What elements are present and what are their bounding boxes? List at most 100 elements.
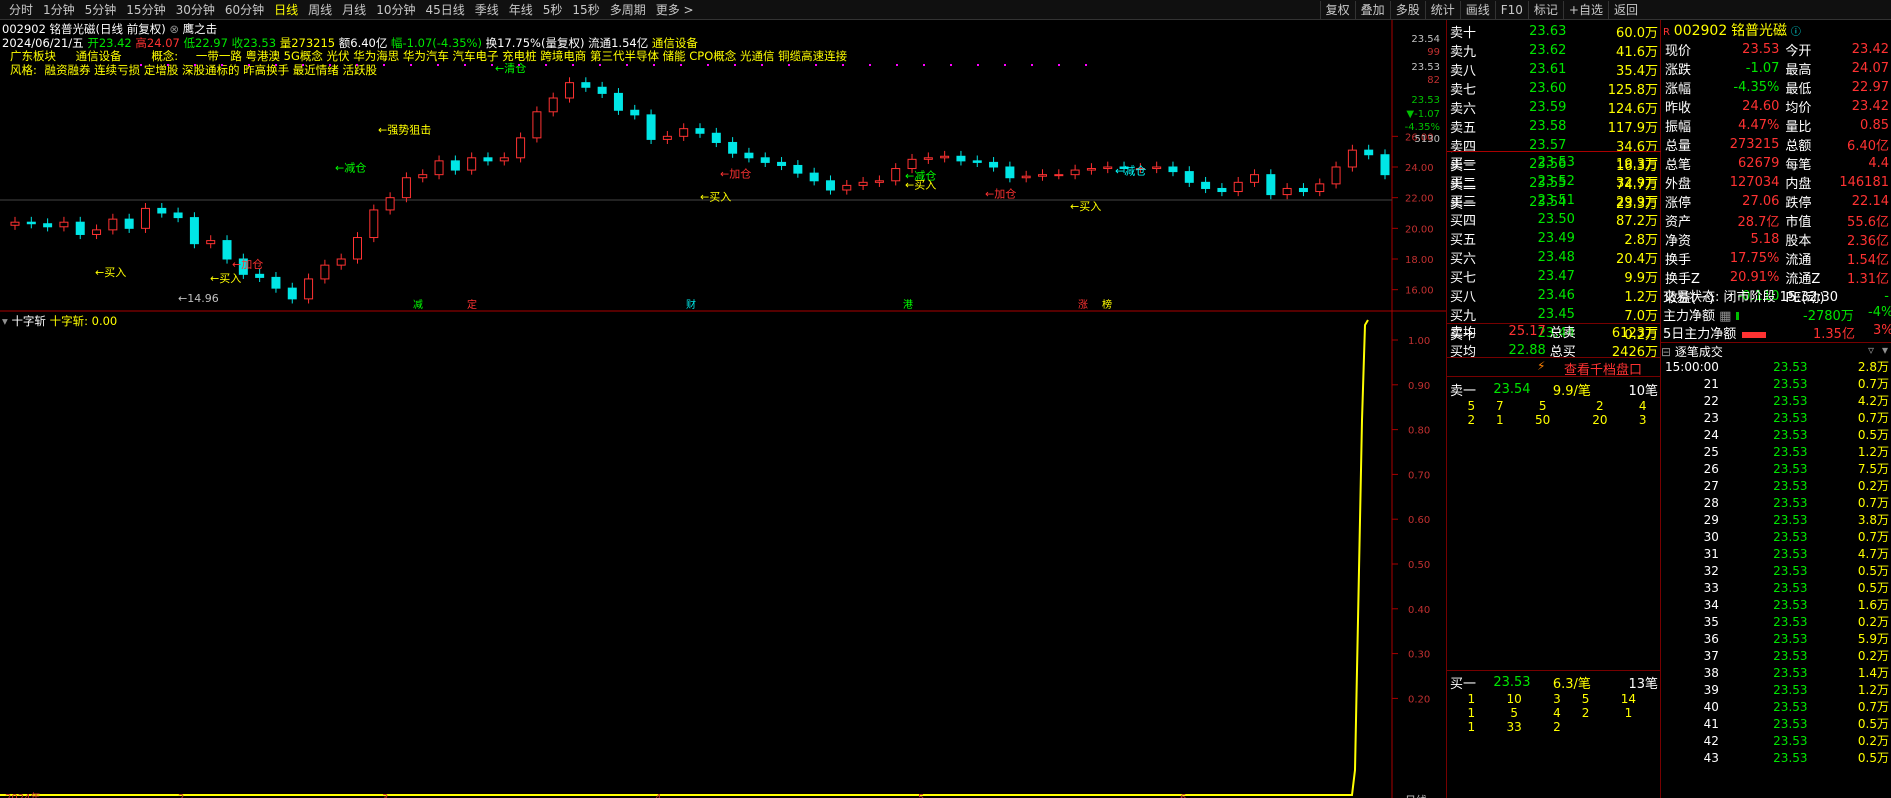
tick-volume: 5.9万	[1857, 632, 1889, 646]
queue-cell: 1	[1467, 720, 1476, 734]
period-tab[interactable]: 10分钟	[371, 0, 420, 20]
candle-body	[369, 209, 379, 239]
period-tab[interactable]: 多周期	[605, 0, 651, 20]
dropdown-icon[interactable]: ▾	[1882, 343, 1888, 357]
ask1-label: 卖一	[1450, 384, 1477, 399]
book-level[interactable]: 买六 23.48 20.4万	[1448, 248, 1660, 267]
period-tab[interactable]: 45日线	[420, 0, 469, 20]
tick-price: 23.53	[1773, 750, 1808, 765]
mainflow-pct: -4%	[1868, 305, 1891, 320]
queue-cell: 1	[1496, 413, 1504, 427]
period-tab[interactable]: 日线	[269, 0, 303, 20]
period-tab[interactable]: 30分钟	[171, 0, 220, 20]
candle-body	[613, 92, 623, 111]
candle-body	[157, 207, 167, 214]
period-tab[interactable]: 周线	[303, 0, 337, 20]
level-label: 买六	[1450, 252, 1477, 267]
tick-time: 34	[1703, 597, 1719, 612]
queue-row: 2 1 50 20 3	[1457, 413, 1657, 427]
ask1-price: 23.54	[1493, 382, 1531, 397]
price-tick-label: 22.00	[1405, 194, 1434, 205]
depth-button[interactable]: 查看千档盘口	[1564, 359, 1642, 378]
buy-levels: 买一 23.53 19.3万 买二 23.52 32.9万 买三 23.51 29.9万 买四 23…	[1448, 153, 1660, 343]
book-level[interactable]: 卖六 23.59 124.6万	[1448, 98, 1660, 117]
collapse-icon[interactable]: ⊟	[1661, 345, 1671, 359]
tool-button[interactable]: F10	[1494, 0, 1528, 19]
candle-body	[1103, 166, 1113, 170]
period-tab[interactable]: 60分钟	[220, 0, 269, 20]
candle-body	[271, 276, 281, 289]
period-tab[interactable]: 15秒	[567, 0, 604, 20]
tool-button[interactable]: +自选	[1562, 0, 1608, 19]
tick-row: 22 23.53 4.2万	[1662, 392, 1891, 409]
signal-annotation: ←减仓	[1115, 164, 1146, 178]
book-level[interactable]: 买七 23.47 9.9万	[1448, 267, 1660, 286]
indicator-tick-label: 0.60	[1408, 515, 1430, 526]
bottom-period-tab[interactable]: 日线	[1405, 793, 1427, 798]
period-tab[interactable]: 15分钟	[121, 0, 170, 20]
tick-volume: 0.7万	[1857, 496, 1889, 510]
tick-row: 32 23.53 0.5万	[1662, 562, 1891, 579]
period-tab[interactable]: 分时	[4, 0, 38, 20]
date-axis-label: 6	[1180, 793, 1186, 798]
book-level[interactable]: 买八 23.46 1.2万	[1448, 286, 1660, 305]
event-tag: 财	[686, 298, 696, 311]
level-label: 卖九	[1450, 45, 1477, 60]
tool-button[interactable]: 统计	[1424, 0, 1460, 19]
tick-time: 40	[1703, 699, 1719, 714]
tool-button[interactable]: 叠加	[1354, 0, 1390, 19]
quote-value: 0.85	[1860, 118, 1889, 133]
book-level[interactable]: 买四 23.50 87.2万	[1448, 210, 1660, 229]
indicator-name[interactable]: 十字斩	[11, 314, 46, 328]
book-level[interactable]: 卖五 23.58 117.9万	[1448, 117, 1660, 136]
chart-icon[interactable]: ▦	[1719, 309, 1731, 324]
level-label: 买七	[1450, 271, 1477, 286]
book-level[interactable]: 买二 23.52 32.9万	[1448, 172, 1660, 191]
kline-chart[interactable]: 26.0024.0022.0020.0018.0016.0023.549923.…	[0, 20, 1446, 798]
quote-row: 资产 28.7亿 市值 55.6亿	[1662, 211, 1891, 230]
tick-time: 39	[1703, 682, 1719, 697]
signal-dot	[167, 64, 169, 66]
queue-cell: 5	[1510, 706, 1518, 720]
book-level[interactable]: 卖十 23.63 60.0万	[1448, 22, 1660, 41]
queue-row: 1 5 4 2 1	[1457, 706, 1657, 720]
tool-button[interactable]: 标记	[1527, 0, 1563, 19]
book-level[interactable]: 卖八 23.61 35.4万	[1448, 60, 1660, 79]
quote-value: 6.40亿	[1847, 139, 1889, 154]
period-tab[interactable]: 5秒	[538, 0, 568, 20]
tool-button[interactable]: 返回	[1607, 0, 1643, 19]
candle-body	[679, 128, 689, 137]
quote-label: 流通	[1785, 253, 1812, 268]
tick-time: 32	[1703, 563, 1719, 578]
candle-body	[760, 157, 770, 163]
info-icon[interactable]: ⓘ	[1791, 27, 1801, 38]
period-tab[interactable]: 月线	[337, 0, 371, 20]
period-tab[interactable]: 年线	[504, 0, 538, 20]
signal-dot	[977, 64, 979, 66]
mainflow5-row: 5日主力净额 1.35亿 3%	[1663, 323, 1891, 342]
price-tick-label: 24.00	[1405, 163, 1434, 174]
period-tab[interactable]: 更多 >	[651, 0, 699, 20]
tick-volume: 2.8万	[1857, 360, 1889, 374]
candle-body	[532, 111, 542, 139]
level-label: 卖八	[1450, 64, 1477, 79]
candle-body	[418, 174, 428, 179]
level-volume: 35.4万	[1616, 64, 1658, 79]
avg-sell-label: 卖均	[1450, 326, 1477, 341]
book-level[interactable]: 卖九 23.62 41.6万	[1448, 41, 1660, 60]
candle-body	[972, 160, 982, 163]
period-tab[interactable]: 季线	[470, 0, 504, 20]
book-level[interactable]: 买五 23.49 2.8万	[1448, 229, 1660, 248]
quote-label: 总量	[1665, 139, 1692, 154]
book-level[interactable]: 卖七 23.60 125.8万	[1448, 79, 1660, 98]
period-tab[interactable]: 5分钟	[80, 0, 122, 20]
filter-icon[interactable]: ▿	[1868, 343, 1874, 357]
tool-button[interactable]: 画线	[1459, 0, 1495, 19]
book-level[interactable]: 买一 23.53 19.3万	[1448, 153, 1660, 172]
indicator-menu-icon[interactable]: ▾	[2, 314, 8, 328]
tool-button[interactable]: 复权	[1319, 0, 1355, 19]
tool-button[interactable]: 多股	[1389, 0, 1425, 19]
mainflow5-bar	[1742, 332, 1767, 338]
period-tab[interactable]: 1分钟	[38, 0, 80, 20]
book-level[interactable]: 买三 23.51 29.9万	[1448, 191, 1660, 210]
